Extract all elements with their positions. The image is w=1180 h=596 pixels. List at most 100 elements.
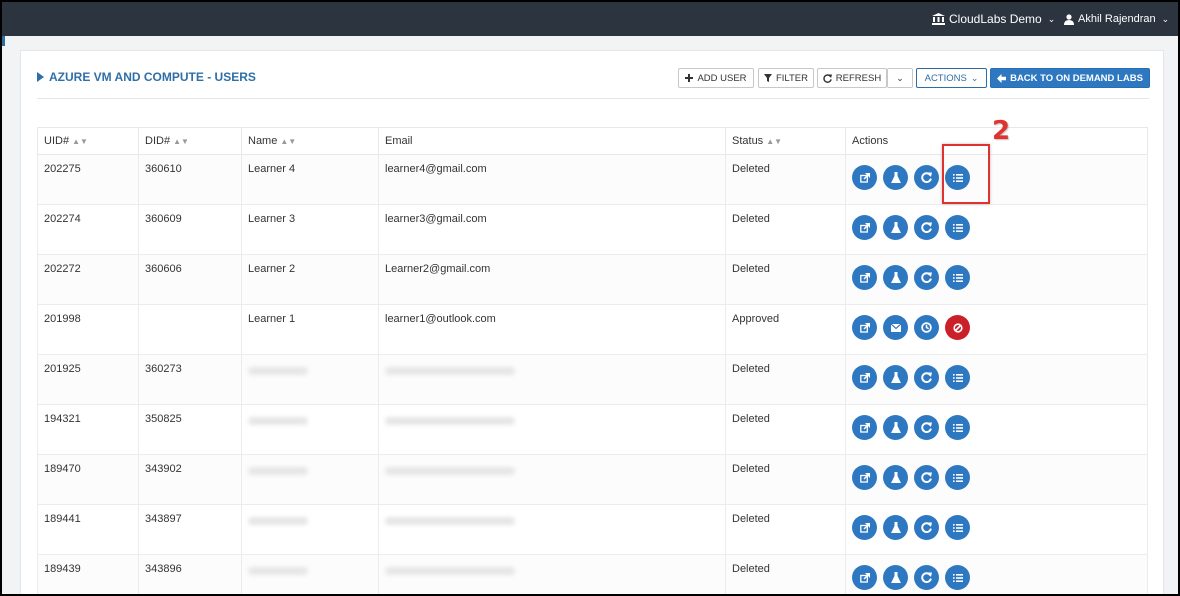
list-action-button[interactable] xyxy=(945,365,970,390)
email-icon xyxy=(890,323,901,332)
refresh-button[interactable]: REFRESH xyxy=(817,68,887,88)
list-action-button[interactable] xyxy=(945,415,970,440)
list-action-button[interactable] xyxy=(945,465,970,490)
open-external-action-button[interactable] xyxy=(852,165,877,190)
filter-button[interactable]: FILTER xyxy=(758,68,814,88)
refresh-action-button[interactable] xyxy=(914,165,939,190)
cancel-action-button[interactable] xyxy=(945,315,970,340)
org-menu[interactable]: CloudLabs Demo ⌄ xyxy=(932,2,1055,36)
refresh-action-button[interactable] xyxy=(914,415,939,440)
uid-value: 202272 xyxy=(44,263,81,275)
refresh-dropdown-toggle[interactable]: ⌄ xyxy=(887,68,913,88)
did-value: 360273 xyxy=(145,363,182,375)
actions-cell xyxy=(845,304,1148,355)
lab-action-button[interactable] xyxy=(883,515,908,540)
refresh-icon xyxy=(921,522,932,533)
lab-icon xyxy=(890,472,901,483)
refresh-action-button[interactable] xyxy=(914,565,939,590)
list-action-button[interactable] xyxy=(945,215,970,240)
uid-cell: 189439 xyxy=(37,554,139,594)
table-row: 201998 Learner 1 learner1@outlook.com Appro… xyxy=(37,304,1148,355)
refresh-action-button[interactable] xyxy=(914,515,939,540)
uid-value: 201925 xyxy=(44,363,81,375)
email-cell: learner1@outlook.com xyxy=(378,304,726,355)
open-external-action-button[interactable] xyxy=(852,265,877,290)
panel-header: AZURE VM AND COMPUTE - USERS ADD USER FI… xyxy=(37,65,1150,99)
refresh-icon xyxy=(921,572,932,583)
add-user-button[interactable]: ADD USER xyxy=(678,68,754,88)
sidebar-edge xyxy=(2,36,5,46)
open-external-icon xyxy=(859,572,870,583)
col-name[interactable]: Name ▲▼ xyxy=(241,127,379,155)
email-cell: learner4@gmail.com xyxy=(378,154,726,205)
email-action-button[interactable] xyxy=(883,315,908,340)
chevron-down-icon: ⌄ xyxy=(970,72,979,83)
chevron-down-icon: ⌄ xyxy=(1047,13,1056,24)
refresh-action-button[interactable] xyxy=(914,265,939,290)
email-cell xyxy=(378,354,726,405)
open-external-action-button[interactable] xyxy=(852,415,877,440)
actions-dropdown[interactable]: ACTIONS ⌄ xyxy=(916,68,987,88)
open-external-action-button[interactable] xyxy=(852,365,877,390)
open-external-icon xyxy=(859,172,870,183)
list-action-button[interactable] xyxy=(945,565,970,590)
uid-value: 202275 xyxy=(44,163,81,175)
list-action-button[interactable] xyxy=(945,515,970,540)
refresh-action-button[interactable] xyxy=(914,465,939,490)
open-external-action-button[interactable] xyxy=(852,315,877,340)
list-icon xyxy=(952,273,963,283)
user-menu[interactable]: Akhil Rajendran ⌄ xyxy=(1064,2,1169,36)
status-value: Deleted xyxy=(732,363,770,375)
open-external-action-button[interactable] xyxy=(852,465,877,490)
page-title[interactable]: AZURE VM AND COMPUTE - USERS xyxy=(37,70,256,84)
col-did-label: DID# xyxy=(145,135,171,147)
refresh-label: REFRESH xyxy=(835,72,882,84)
open-external-action-button[interactable] xyxy=(852,515,877,540)
refresh-action-button[interactable] xyxy=(914,215,939,240)
col-status[interactable]: Status ▲▼ xyxy=(725,127,846,155)
lab-action-button[interactable] xyxy=(883,215,908,240)
uid-cell: 194321 xyxy=(37,404,139,455)
lab-action-button[interactable] xyxy=(883,465,908,490)
col-name-label: Name xyxy=(248,135,278,147)
clock-icon xyxy=(921,322,932,333)
col-uid[interactable]: UID# ▲▼ xyxy=(37,127,139,155)
lab-action-button[interactable] xyxy=(883,415,908,440)
open-external-action-button[interactable] xyxy=(852,215,877,240)
user-name-cell: Learner 2 xyxy=(248,263,296,275)
refresh-icon xyxy=(921,222,932,233)
status-value: Deleted xyxy=(732,413,770,425)
open-external-action-button[interactable] xyxy=(852,565,877,590)
lab-action-button[interactable] xyxy=(883,265,908,290)
table-row: 189441 343897 Deleted xyxy=(37,504,1148,555)
user-email-cell: learner3@gmail.com xyxy=(385,213,487,225)
sort-icon: ▲▼ xyxy=(280,137,297,146)
redacted-email xyxy=(385,417,515,425)
app-frame: CloudLabs Demo ⌄ Akhil Rajendran ⌄ AZURE… xyxy=(2,2,1178,594)
user-name-cell: Learner 4 xyxy=(248,163,296,175)
lab-action-button[interactable] xyxy=(883,165,908,190)
col-did[interactable]: DID# ▲▼ xyxy=(138,127,242,155)
clock-action-button[interactable] xyxy=(914,315,939,340)
lab-action-button[interactable] xyxy=(883,365,908,390)
refresh-action-button[interactable] xyxy=(914,365,939,390)
col-actions-label: Actions xyxy=(852,135,889,147)
did-cell: 343897 xyxy=(138,504,242,555)
redacted-email xyxy=(385,367,515,375)
email-cell xyxy=(378,454,726,505)
list-action-button[interactable] xyxy=(945,265,970,290)
col-status-label: Status xyxy=(732,135,764,147)
did-value: 343902 xyxy=(145,463,182,475)
did-cell: 360273 xyxy=(138,354,242,405)
lab-action-button[interactable] xyxy=(883,565,908,590)
status-value: Deleted xyxy=(732,163,770,175)
did-cell: 343896 xyxy=(138,554,242,594)
did-cell: 343902 xyxy=(138,454,242,505)
did-cell: 360610 xyxy=(138,154,242,205)
back-to-labs-button[interactable]: BACK TO ON DEMAND LABS xyxy=(990,68,1150,88)
actions-cell xyxy=(845,554,1148,594)
status-cell: Deleted xyxy=(725,154,846,205)
redacted-name xyxy=(248,517,308,525)
open-external-icon xyxy=(859,522,870,533)
top-navbar: CloudLabs Demo ⌄ Akhil Rajendran ⌄ xyxy=(2,2,1178,36)
